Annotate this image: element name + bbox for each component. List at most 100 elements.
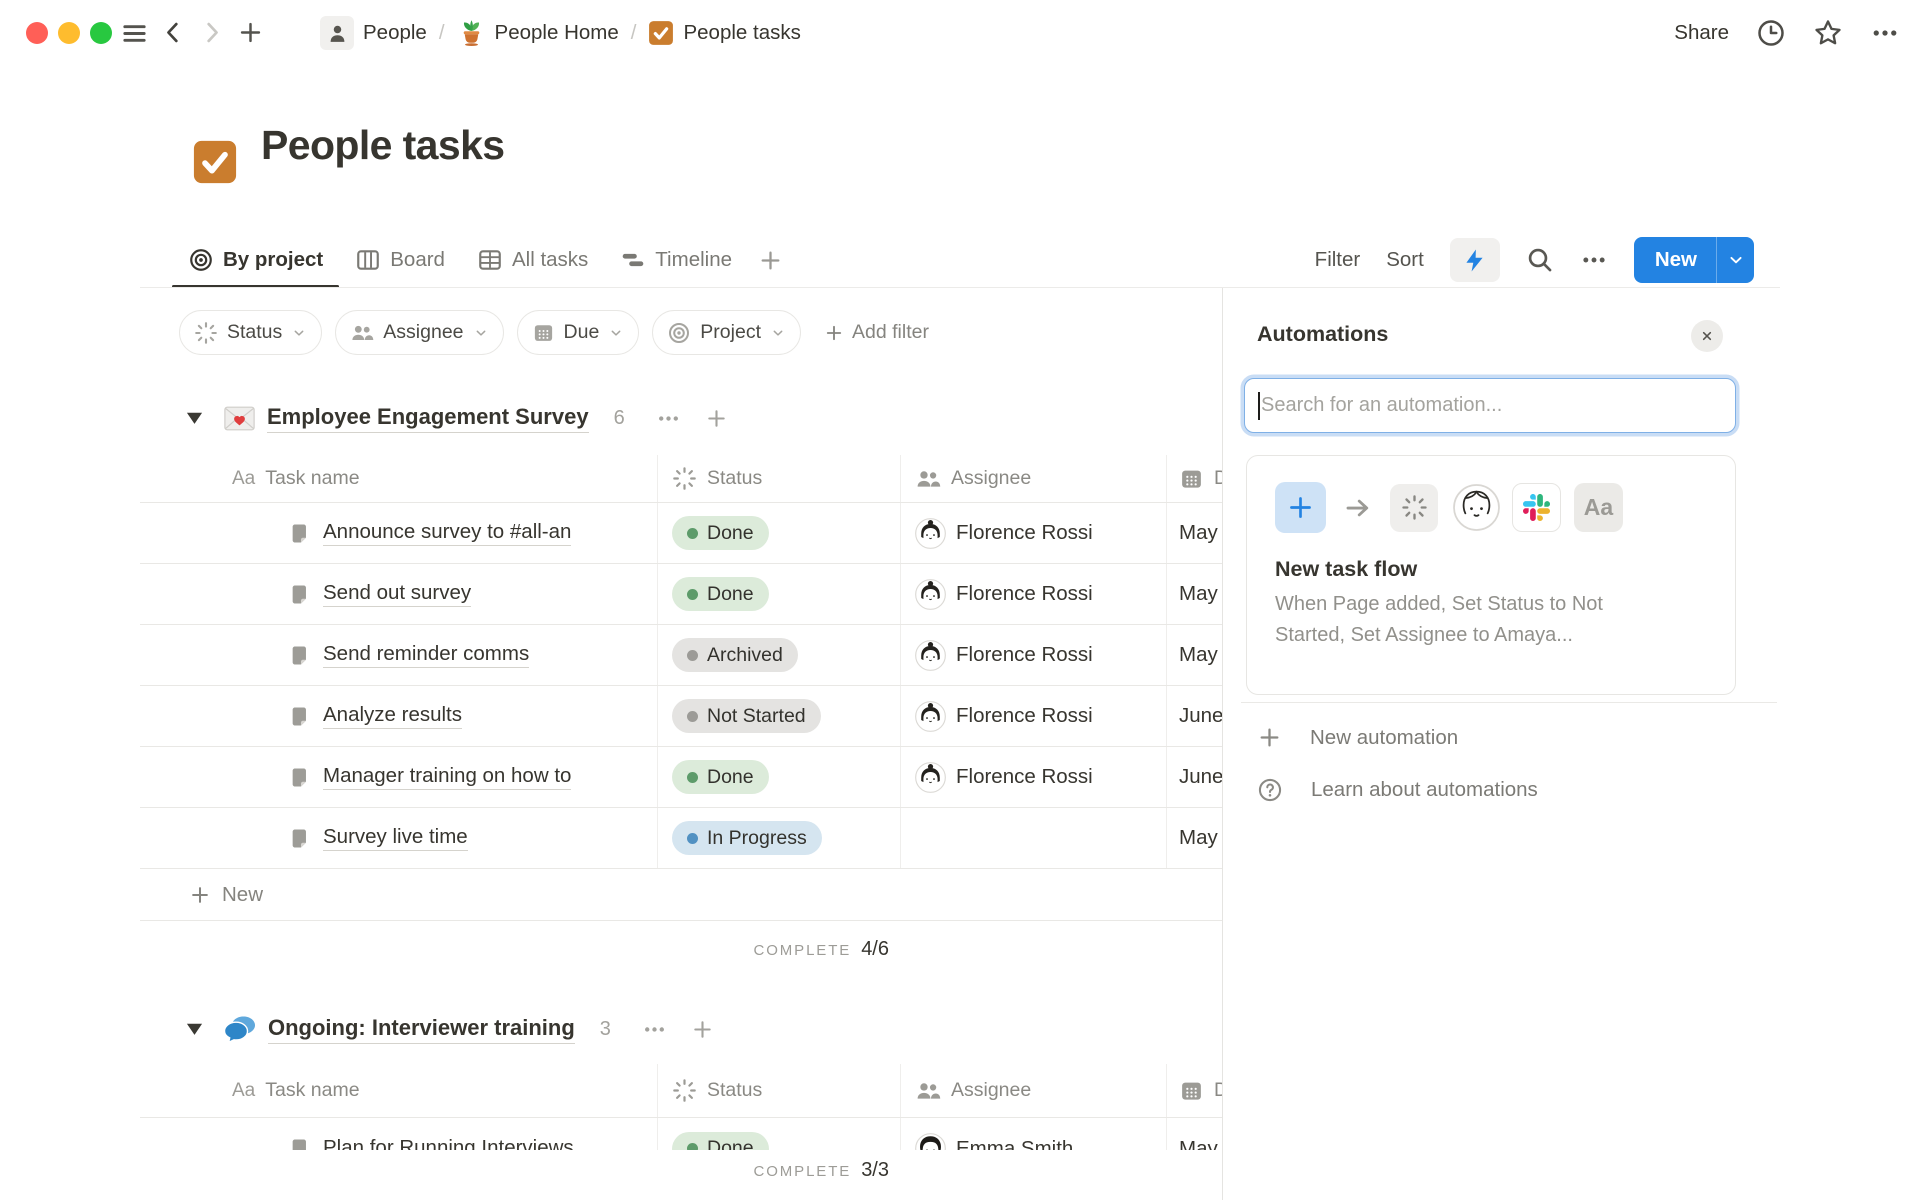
breadcrumb-people[interactable]: People	[363, 21, 427, 45]
top-bar: People / People Home / People tasks Shar…	[0, 0, 1920, 66]
task-name[interactable]: Analyze results	[323, 703, 462, 729]
group-add-icon[interactable]	[705, 407, 728, 430]
status-badge[interactable]: Done	[672, 760, 769, 794]
page-checkbox-icon[interactable]	[192, 139, 238, 185]
breadcrumb-separator: /	[631, 21, 637, 45]
status-badge[interactable]: Not Started	[672, 699, 821, 733]
new-automation-button[interactable]: New automation	[1257, 725, 1458, 750]
status-cell[interactable]: Done	[657, 503, 900, 563]
favorite-star-icon[interactable]	[1813, 18, 1843, 48]
group-aggregate[interactable]: COMPLETE 4/6	[140, 938, 900, 961]
status-cell[interactable]: Done	[657, 564, 900, 624]
group-title[interactable]: Employee Engagement Survey	[267, 404, 589, 433]
filter-chip-assignee[interactable]: Assignee	[335, 310, 503, 355]
task-name-cell[interactable]: Send reminder comms	[140, 625, 657, 685]
share-button[interactable]: Share	[1674, 21, 1729, 45]
learn-about-automations-link[interactable]: Learn about automations	[1257, 777, 1538, 803]
task-name[interactable]: Manager training on how to	[323, 764, 571, 790]
column-header-status[interactable]: Status	[657, 1064, 900, 1117]
group-more-icon[interactable]	[656, 406, 681, 431]
task-name-cell[interactable]: Send out survey	[140, 564, 657, 624]
task-name-cell[interactable]: Manager training on how to	[140, 747, 657, 807]
minimize-window-button[interactable]	[58, 22, 80, 44]
view-more-icon[interactable]	[1580, 246, 1608, 274]
automation-search-input[interactable]	[1261, 394, 1735, 417]
status-cell[interactable]: Not Started	[657, 686, 900, 746]
add-filter-button[interactable]: Add filter	[824, 321, 929, 344]
search-icon[interactable]	[1526, 246, 1554, 274]
status-cell[interactable]: In Progress	[657, 808, 900, 868]
new-button-label[interactable]: New	[1634, 248, 1716, 272]
column-label: Status	[707, 467, 762, 490]
assignee-cell[interactable]: Florence Rossi	[900, 747, 1166, 807]
column-label: Assignee	[951, 467, 1031, 490]
sort-button[interactable]: Sort	[1386, 248, 1424, 272]
assignee-cell[interactable]: Florence Rossi	[900, 503, 1166, 563]
column-header-task-name[interactable]: Aa Task name	[140, 1064, 657, 1117]
window-controls[interactable]	[26, 22, 112, 44]
column-header-task-name[interactable]: Aa Task name	[140, 455, 657, 502]
sidebar-toggle-icon[interactable]	[120, 19, 149, 48]
zoom-window-button[interactable]	[90, 22, 112, 44]
add-view-button[interactable]	[748, 232, 793, 288]
forward-button[interactable]	[198, 19, 225, 46]
back-button[interactable]	[160, 19, 187, 46]
status-badge[interactable]: Done	[672, 516, 769, 550]
group-aggregate[interactable]: COMPLETE 3/3	[140, 1159, 900, 1182]
close-window-button[interactable]	[26, 22, 48, 44]
automations-lightning-button[interactable]	[1450, 238, 1500, 282]
collapse-triangle-icon[interactable]	[186, 1022, 203, 1036]
column-header-assignee[interactable]: Assignee	[900, 1064, 1166, 1117]
assignee-cell[interactable]: Florence Rossi	[900, 564, 1166, 624]
task-name-cell[interactable]: Announce survey to #all-an	[140, 503, 657, 563]
group-title[interactable]: Ongoing: Interviewer training	[268, 1015, 575, 1044]
checkbox-page-icon	[648, 20, 674, 46]
breadcrumb-people-tasks[interactable]: People tasks	[683, 21, 800, 45]
column-header-status[interactable]: Status	[657, 455, 900, 502]
status-dot-icon	[687, 833, 698, 844]
filter-chip-status[interactable]: Status	[179, 310, 322, 355]
tab-timeline[interactable]: Timeline	[604, 232, 748, 288]
collapse-triangle-icon[interactable]	[186, 411, 203, 425]
filter-chip-due[interactable]: Due	[517, 310, 640, 355]
filter-chip-project[interactable]: Project	[652, 310, 801, 355]
new-dropdown-button[interactable]	[1716, 237, 1754, 283]
updates-clock-icon[interactable]	[1756, 18, 1786, 48]
column-header-assignee[interactable]: Assignee	[900, 455, 1166, 502]
assignee-cell[interactable]: Florence Rossi	[900, 625, 1166, 685]
tab-board[interactable]: Board	[339, 232, 461, 288]
more-options-icon[interactable]	[1870, 18, 1900, 48]
new-button[interactable]: New	[1634, 237, 1754, 283]
assignee-cell[interactable]: Florence Rossi	[900, 686, 1166, 746]
task-name[interactable]: Send reminder comms	[323, 642, 529, 668]
assignee-name: Florence Rossi	[956, 765, 1093, 789]
task-name-cell[interactable]: Survey live time	[140, 808, 657, 868]
new-tab-button[interactable]	[237, 19, 264, 46]
view-tabs: By project Board All tasks Timeline	[172, 232, 793, 288]
status-cell[interactable]: Done	[657, 747, 900, 807]
task-name[interactable]: Send out survey	[323, 581, 471, 607]
assignee-cell[interactable]	[900, 808, 1166, 868]
text-property-icon: Aa	[1574, 483, 1623, 532]
group-add-icon[interactable]	[691, 1018, 714, 1041]
slack-icon	[1512, 483, 1561, 532]
status-label: Not Started	[707, 705, 806, 728]
status-label: In Progress	[707, 827, 807, 850]
automation-card-new-task-flow[interactable]: Aa New task flow When Page added, Set St…	[1246, 455, 1736, 695]
automation-search-field[interactable]	[1244, 378, 1736, 433]
breadcrumb-people-home[interactable]: People Home	[495, 21, 619, 45]
group-more-icon[interactable]	[642, 1017, 667, 1042]
task-name[interactable]: Announce survey to #all-an	[323, 520, 571, 546]
tab-all-tasks[interactable]: All tasks	[461, 232, 604, 288]
status-cell[interactable]: Archived	[657, 625, 900, 685]
status-badge[interactable]: Archived	[672, 638, 798, 672]
status-badge[interactable]: In Progress	[672, 821, 822, 855]
tab-by-project[interactable]: By project	[172, 232, 339, 288]
chevron-down-icon	[608, 325, 624, 341]
task-name-cell[interactable]: Analyze results	[140, 686, 657, 746]
task-name[interactable]: Survey live time	[323, 825, 468, 851]
status-badge[interactable]: Done	[672, 577, 769, 611]
close-icon[interactable]	[1691, 320, 1723, 352]
page-title: People tasks	[261, 122, 505, 169]
filter-button[interactable]: Filter	[1315, 248, 1361, 272]
